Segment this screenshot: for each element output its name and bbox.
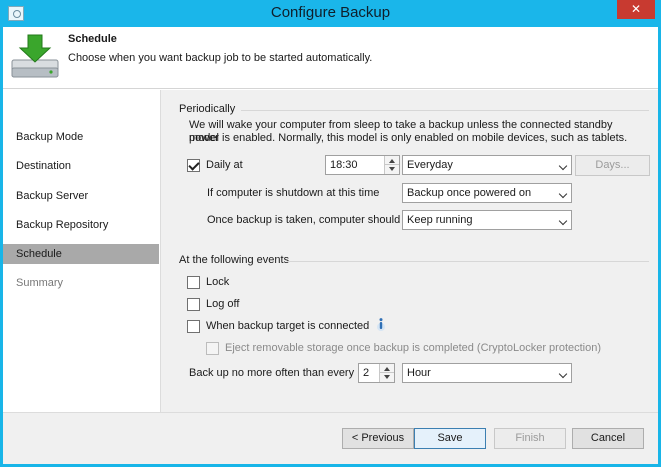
- frequency-limit-value: 2: [363, 367, 370, 379]
- chevron-down-icon: [558, 161, 568, 171]
- eject-storage-label: Eject removable storage once backup is c…: [225, 342, 602, 354]
- backup-drive-icon: [11, 34, 59, 78]
- time-spinner[interactable]: [384, 156, 399, 174]
- periodically-info-line-2: model is enabled. Normally, this model i…: [189, 132, 628, 144]
- events-divider: [287, 261, 649, 262]
- window-title: Configure Backup: [270, 4, 391, 21]
- sidebar-item-backup-mode[interactable]: Backup Mode: [3, 127, 159, 147]
- target-connected-label: When backup target is connected: [206, 320, 370, 332]
- sidebar-item-backup-server[interactable]: Backup Server: [3, 186, 159, 206]
- title-bar[interactable]: Configure Backup ✕: [0, 0, 661, 27]
- daily-checkbox[interactable]: [187, 159, 200, 172]
- finish-button: Finish: [494, 428, 566, 449]
- previous-button[interactable]: < Previous: [342, 428, 414, 449]
- wizard-header: Schedule Choose when you want backup job…: [3, 27, 658, 89]
- lock-label: Lock: [206, 276, 230, 288]
- shutdown-label: If computer is shutdown at this time: [207, 187, 380, 199]
- eject-storage-checkbox: [206, 342, 219, 355]
- shutdown-action-value: Backup once powered on: [407, 187, 532, 199]
- periodically-divider: [241, 110, 649, 111]
- days-button: Days...: [575, 155, 650, 176]
- info-icon[interactable]: [374, 317, 388, 331]
- shutdown-action-select[interactable]: Backup once powered on: [402, 183, 572, 203]
- chevron-down-icon: [558, 369, 568, 379]
- sidebar-item-backup-repository[interactable]: Backup Repository: [3, 215, 159, 235]
- sidebar-item-summary: Summary: [16, 277, 64, 289]
- step-title: Schedule: [68, 33, 117, 45]
- wizard-steps: Backup Mode Destination Backup Server Ba…: [3, 90, 159, 412]
- frequency-select[interactable]: Everyday: [402, 155, 572, 175]
- logoff-checkbox[interactable]: [187, 298, 200, 311]
- frequency-limit-label: Back up no more often than every: [189, 367, 355, 379]
- lock-checkbox[interactable]: [187, 276, 200, 289]
- after-backup-select[interactable]: Keep running: [402, 210, 572, 230]
- sidebar-item-destination[interactable]: Destination: [3, 156, 159, 176]
- save-button[interactable]: Save: [414, 428, 486, 449]
- periodically-heading: Periodically: [179, 103, 236, 115]
- step-description: Choose when you want backup job to be st…: [68, 52, 373, 64]
- configure-backup-window: Configure Backup ✕ Schedule Choose when …: [0, 0, 661, 467]
- close-button[interactable]: ✕: [617, 0, 655, 19]
- after-backup-label: Once backup is taken, computer should: [207, 214, 401, 226]
- daily-time-value: 18:30: [330, 159, 358, 171]
- schedule-panel: Periodically We will wake your computer …: [160, 90, 658, 412]
- chevron-down-icon: [558, 216, 568, 226]
- spin-up-icon[interactable]: [389, 159, 395, 163]
- daily-time-input[interactable]: 18:30: [325, 155, 400, 175]
- limit-spinner[interactable]: [379, 364, 394, 382]
- sidebar-item-schedule[interactable]: Schedule: [3, 244, 159, 264]
- events-heading: At the following events: [179, 254, 290, 266]
- cancel-button[interactable]: Cancel: [572, 428, 644, 449]
- dialog-client: Schedule Choose when you want backup job…: [3, 27, 658, 464]
- wizard-footer: < Previous Save Finish Cancel: [3, 412, 658, 464]
- spin-up-icon[interactable]: [384, 367, 390, 371]
- spin-down-icon[interactable]: [389, 167, 395, 171]
- frequency-unit-select[interactable]: Hour: [402, 363, 572, 383]
- daily-label: Daily at: [206, 159, 243, 171]
- spin-down-icon[interactable]: [384, 375, 390, 379]
- after-backup-value: Keep running: [407, 214, 473, 226]
- target-connected-checkbox[interactable]: [187, 320, 200, 333]
- frequency-value: Everyday: [407, 159, 453, 171]
- chevron-down-icon: [558, 189, 568, 199]
- frequency-limit-input[interactable]: 2: [358, 363, 395, 383]
- frequency-unit-value: Hour: [407, 367, 431, 379]
- logoff-label: Log off: [206, 298, 240, 310]
